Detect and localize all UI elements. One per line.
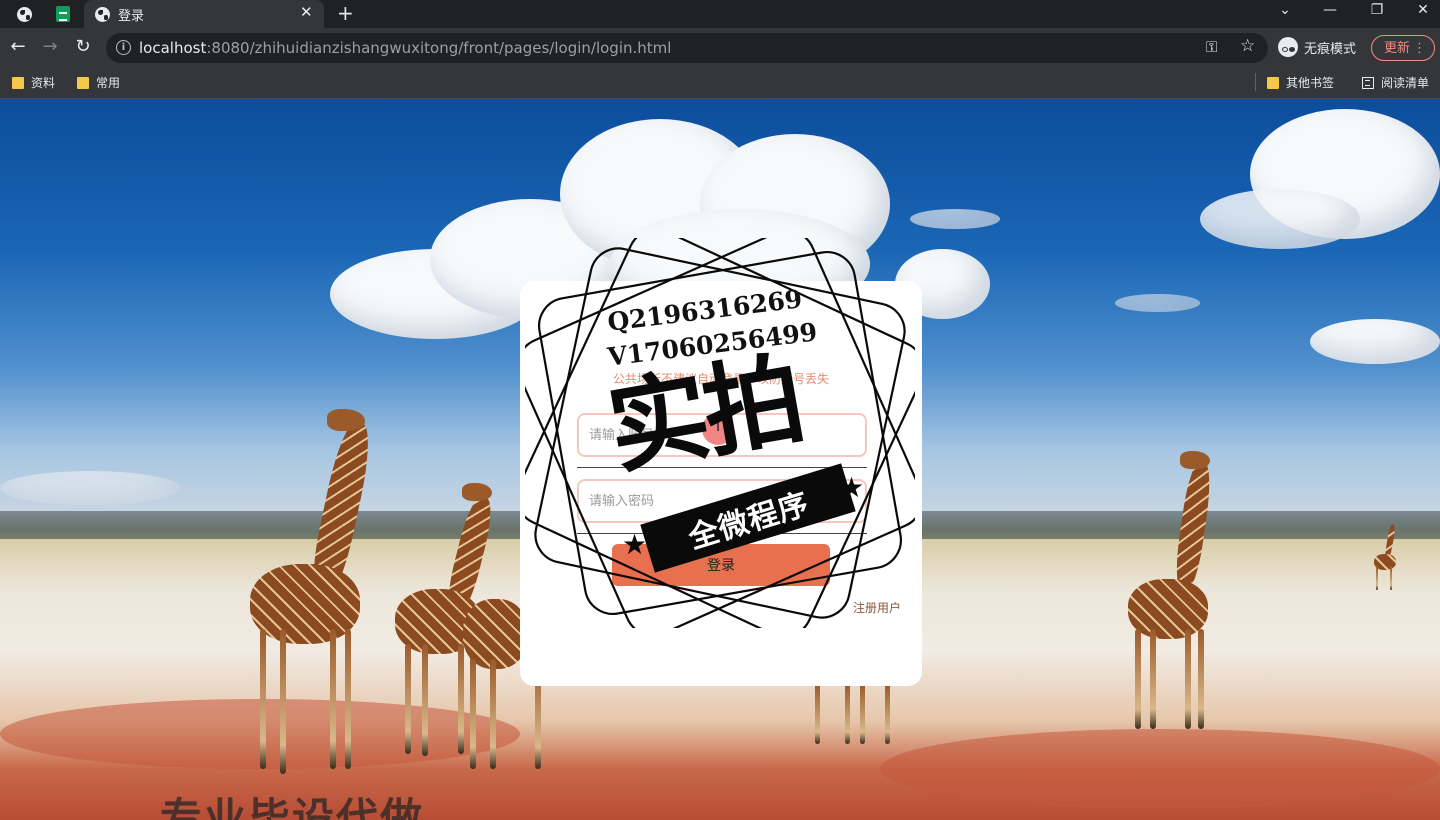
- new-tab-button[interactable]: +: [337, 1, 354, 25]
- ground-patch: [880, 729, 1440, 809]
- bookmark-label: 资料: [31, 76, 56, 90]
- forward-icon[interactable]: →: [38, 36, 62, 57]
- bookmarks-bar: 资料 常用 其他书签 阅读清单: [0, 68, 1440, 99]
- cloud: [1115, 294, 1200, 312]
- incognito-label: 无痕模式: [1304, 41, 1357, 57]
- reload-icon[interactable]: ↻: [71, 36, 95, 57]
- tab-search-icon[interactable]: ⌄: [1270, 2, 1300, 18]
- giraffe-legs: [805, 684, 905, 749]
- info-icon[interactable]: i: [116, 40, 131, 55]
- back-icon[interactable]: ←: [6, 36, 30, 57]
- bottom-watermark-text: 专业毕设代做: [160, 794, 425, 820]
- tab-title: 登录: [118, 9, 145, 24]
- close-tab-icon[interactable]: ✕: [300, 3, 313, 21]
- reading-list-icon: [1362, 76, 1374, 89]
- password-underline: [577, 533, 867, 534]
- reading-list-label: 阅读清单: [1381, 76, 1430, 90]
- update-button[interactable]: 更新 ⋮: [1371, 35, 1435, 61]
- login-card: 公共场所不建议自动登录，以防账号丢失 登录 注册用户 I: [520, 281, 922, 686]
- password-input[interactable]: [579, 481, 865, 521]
- folder-icon: [1267, 76, 1279, 89]
- password-field-wrap: [577, 479, 867, 523]
- cloud: [0, 471, 180, 505]
- bookmark-label: 常用: [96, 76, 121, 90]
- cloud: [1310, 319, 1440, 364]
- login-button[interactable]: 登录: [612, 544, 830, 586]
- username-underline: [577, 467, 867, 468]
- url-text[interactable]: localhost:8080/zhihuidianzishangwuxitong…: [139, 39, 671, 57]
- bookmark-other[interactable]: 其他书签: [1267, 74, 1334, 91]
- url-path: :8080/zhihuidianzishangwuxitong/front/pa…: [206, 39, 672, 57]
- auto-login-notice: 公共场所不建议自动登录，以防账号丢失: [612, 372, 829, 386]
- giraffe: [1090, 449, 1220, 739]
- giraffe: [1370, 524, 1400, 594]
- browser-toolbar: ← → ↻ i localhost:8080/zhihuidianzishang…: [0, 28, 1440, 68]
- key-icon[interactable]: ⚿: [1206, 38, 1217, 56]
- bookmark-label: 其他书签: [1286, 76, 1335, 90]
- text-cursor-icon: I: [716, 419, 721, 435]
- sheets-icon[interactable]: [53, 4, 73, 24]
- folder-icon: [77, 76, 89, 89]
- page-viewport: 专业毕设代做 公共场所不建议自动登录，以防账号丢失 登录 注册用户 I: [0, 99, 1440, 820]
- incognito-indicator[interactable]: 无痕模式: [1278, 37, 1356, 57]
- globe-icon: [92, 4, 112, 24]
- reading-list-button[interactable]: 阅读清单: [1362, 74, 1429, 91]
- tab-strip: 登录 ✕ + ⌄ — ❐ ✕: [0, 0, 1440, 28]
- star-icon[interactable]: ☆: [1240, 36, 1255, 56]
- url-host: localhost: [139, 39, 207, 57]
- menu-dots-icon[interactable]: ⋮: [1413, 36, 1426, 62]
- close-window-button[interactable]: ✕: [1408, 2, 1438, 18]
- globe-icon[interactable]: [14, 4, 34, 24]
- register-link[interactable]: 注册用户: [853, 599, 901, 616]
- cloud: [910, 209, 1000, 229]
- cloud: [1200, 189, 1360, 249]
- minimize-button[interactable]: —: [1315, 2, 1345, 18]
- giraffe: [235, 399, 377, 779]
- bookmark-separator: [1255, 73, 1256, 91]
- incognito-icon: [1278, 37, 1298, 57]
- bookmark-folder-changyong[interactable]: 常用: [77, 74, 120, 91]
- folder-icon: [12, 76, 24, 89]
- restore-button[interactable]: ❐: [1362, 2, 1392, 18]
- address-bar[interactable]: i localhost:8080/zhihuidianzishangwuxito…: [106, 33, 1268, 63]
- bookmark-folder-ziliao[interactable]: 资料: [12, 74, 55, 91]
- update-label: 更新: [1384, 41, 1411, 56]
